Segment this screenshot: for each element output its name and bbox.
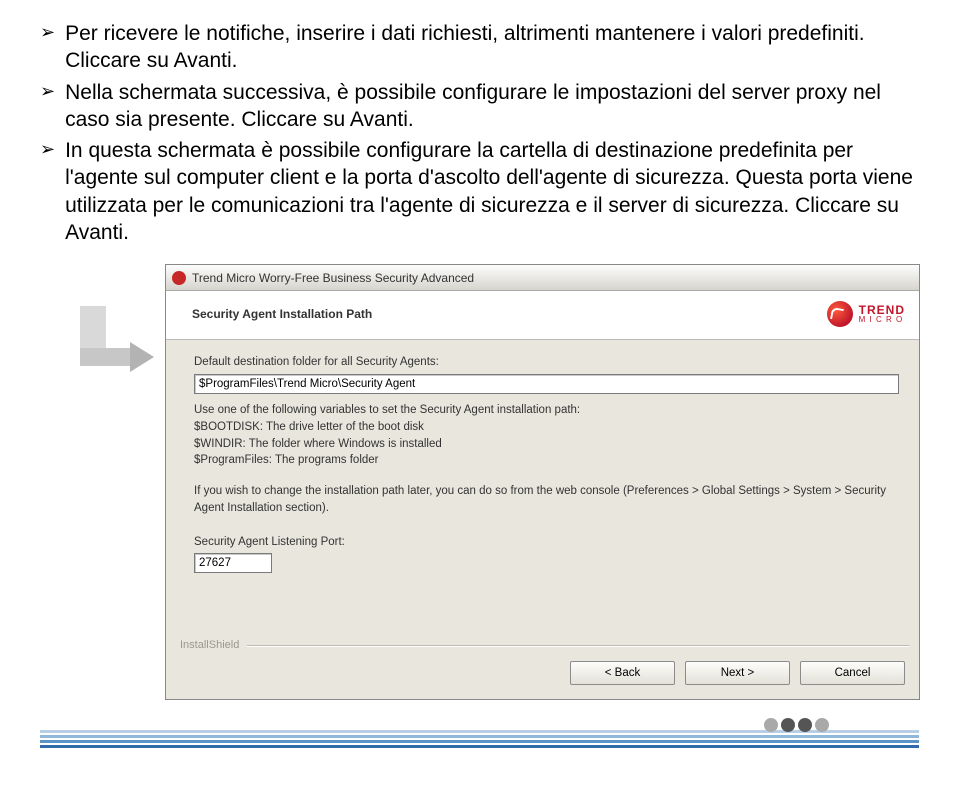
var-bootdisk: $BOOTDISK: The drive letter of the boot …	[194, 419, 899, 436]
listening-port-input[interactable]	[194, 553, 272, 573]
bullet-marker-icon: ➢	[40, 79, 55, 104]
app-icon	[172, 271, 186, 285]
divider-line	[247, 645, 909, 646]
dot-icon	[781, 718, 795, 732]
logo-line2: M I C R O	[859, 316, 905, 324]
installshield-label: InstallShield	[180, 639, 239, 651]
bullet-text: Per ricevere le notifiche, inserire i da…	[65, 20, 919, 75]
next-button[interactable]: Next >	[685, 661, 790, 685]
bullet-marker-icon: ➢	[40, 20, 55, 45]
back-button[interactable]: < Back	[570, 661, 675, 685]
installshield-divider: InstallShield	[166, 639, 919, 651]
port-label: Security Agent Listening Port:	[194, 536, 899, 548]
instruction-list: ➢ Per ricevere le notifiche, inserire i …	[40, 20, 919, 246]
logo-ball-icon	[827, 301, 853, 327]
var-programfiles: $ProgramFiles: The programs folder	[194, 452, 899, 469]
bullet-marker-icon: ➢	[40, 137, 55, 162]
titlebar: Trend Micro Worry-Free Business Security…	[166, 265, 919, 291]
dot-icon	[764, 718, 778, 732]
destination-label: Default destination folder for all Secur…	[194, 356, 899, 368]
bullet-item: ➢ Per ricevere le notifiche, inserire i …	[40, 20, 919, 75]
callout-arrow-icon	[62, 306, 162, 396]
window-title: Trend Micro Worry-Free Business Security…	[192, 271, 474, 285]
bullet-item: ➢ Nella schermata successiva, è possibil…	[40, 79, 919, 134]
bullet-text: In questa schermata è possibile configur…	[65, 137, 919, 246]
trend-micro-logo: TREND M I C R O	[827, 301, 905, 327]
footer-stripes	[40, 730, 919, 748]
vars-intro: Use one of the following variables to se…	[194, 402, 899, 419]
wizard-step-title: Security Agent Installation Path	[192, 307, 372, 321]
installer-window: Trend Micro Worry-Free Business Security…	[165, 264, 920, 700]
bullet-item: ➢ In questa schermata è possibile config…	[40, 137, 919, 246]
variables-help: Use one of the following variables to se…	[194, 402, 899, 469]
pagination-dots	[764, 718, 829, 732]
logo-text: TREND M I C R O	[859, 304, 905, 324]
installer-screenshot-wrap: Trend Micro Worry-Free Business Security…	[70, 264, 919, 700]
wizard-header: Security Agent Installation Path TREND M…	[166, 291, 919, 340]
change-later-note: If you wish to change the installation p…	[194, 483, 899, 516]
bullet-text: Nella schermata successiva, è possibile …	[65, 79, 919, 134]
dot-icon	[815, 718, 829, 732]
var-windir: $WINDIR: The folder where Windows is ins…	[194, 436, 899, 453]
wizard-button-row: < Back Next > Cancel	[166, 651, 919, 699]
cancel-button[interactable]: Cancel	[800, 661, 905, 685]
destination-path-input[interactable]	[194, 374, 899, 394]
wizard-body: Default destination folder for all Secur…	[166, 340, 919, 585]
page-footer-decoration	[40, 730, 919, 782]
dot-icon	[798, 718, 812, 732]
